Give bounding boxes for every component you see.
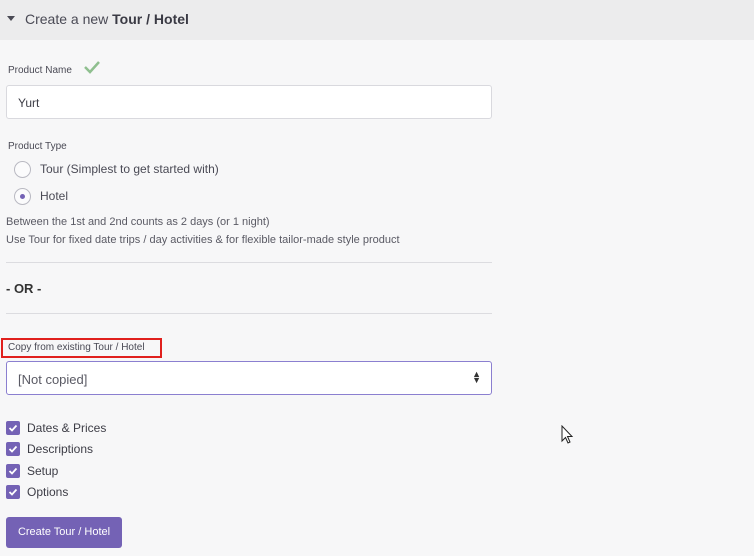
checkbox-setup-label: Setup (27, 464, 59, 478)
divider-top (6, 262, 492, 263)
section-header[interactable]: Create a new Tour / Hotel (0, 0, 754, 40)
checkbox-options-label: Options (27, 485, 69, 499)
checkbox-descriptions-label: Descriptions (27, 442, 94, 456)
copy-label-highlight: Copy from existing Tour / Hotel (1, 338, 162, 358)
divider-bottom (6, 313, 492, 314)
section-title: Create a new Tour / Hotel (25, 11, 189, 27)
section-title-prefix: Create a new (25, 11, 109, 27)
product-name-input[interactable]: Yurt (6, 85, 492, 119)
copy-select[interactable]: [Not copied] ▲ ▼ (6, 361, 492, 395)
select-arrows-icon: ▲ ▼ (472, 369, 481, 385)
copy-select-value: [Not copied] (18, 372, 88, 387)
help-text-tour: Use Tour for fixed date trips / day acti… (6, 234, 400, 246)
mouse-cursor-icon (561, 425, 574, 444)
product-name-value: Yurt (18, 96, 40, 110)
checkbox-descriptions-box[interactable] (6, 442, 20, 456)
checkbox-setup-box[interactable] (6, 464, 20, 478)
checkbox-dates-prices-box[interactable] (6, 421, 20, 435)
checkbox-dates-prices-label: Dates & Prices (27, 421, 107, 435)
check-icon (84, 61, 100, 74)
or-separator: - OR - (6, 281, 42, 296)
radio-button-tour[interactable] (14, 161, 31, 178)
checkbox-options-box[interactable] (6, 485, 20, 499)
section-title-bold: Tour / Hotel (112, 11, 189, 27)
copy-label: Copy from existing Tour / Hotel (8, 342, 145, 353)
create-tour-hotel-button[interactable]: Create Tour / Hotel (6, 517, 122, 548)
help-text-days: Between the 1st and 2nd counts as 2 days… (6, 216, 270, 228)
collapse-caret-icon[interactable] (7, 16, 15, 21)
product-type-label: Product Type (8, 141, 67, 152)
radio-label-hotel: Hotel (40, 189, 69, 203)
radio-button-hotel[interactable] (14, 188, 31, 205)
product-name-label: Product Name (8, 65, 72, 76)
radio-label-tour: Tour (Simplest to get started with) (40, 162, 219, 176)
